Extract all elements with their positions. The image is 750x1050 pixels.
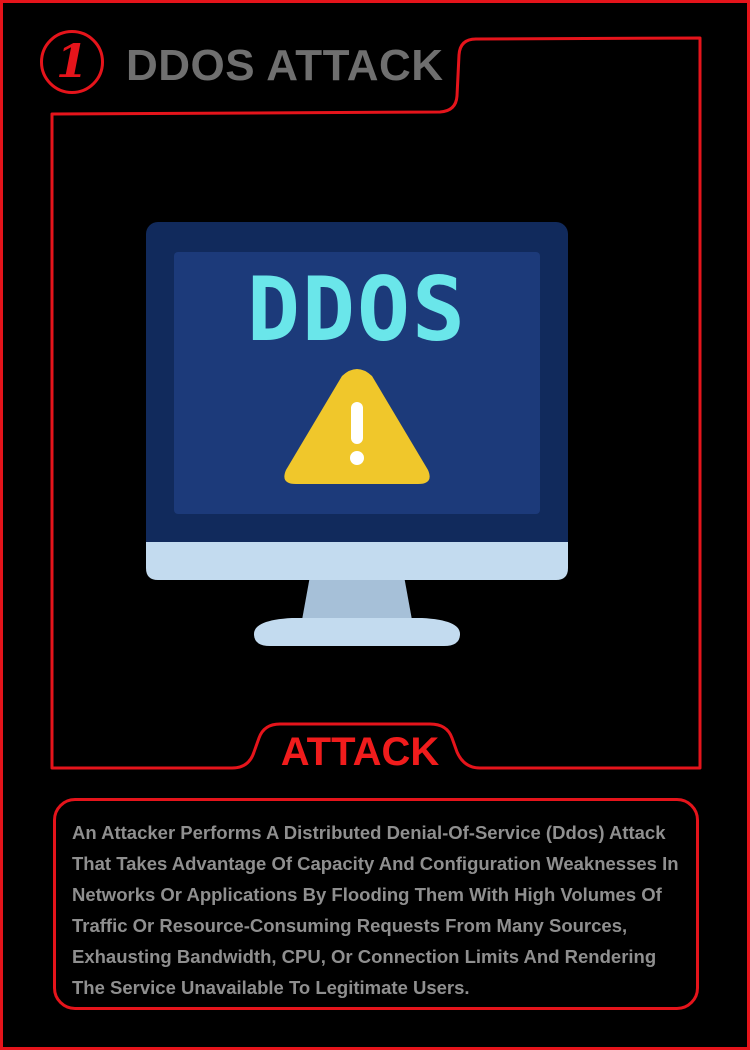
ddos-screen-text: DDOS xyxy=(247,258,467,361)
description-box: An Attacker Performs A Distributed Denia… xyxy=(53,798,699,1010)
attack-tab-label: ATTACK xyxy=(280,730,440,774)
page-title: DDOS ATTACK xyxy=(126,41,444,90)
step-number: 1 xyxy=(55,34,88,88)
step-number-badge: 1 xyxy=(40,30,104,94)
description-text: An Attacker Performs A Distributed Denia… xyxy=(72,822,679,998)
monitor-chin xyxy=(146,542,568,580)
monitor-stand-base xyxy=(254,618,460,646)
ddos-monitor-illustration: DDOS xyxy=(146,222,568,646)
monitor-stand-neck xyxy=(302,576,412,620)
